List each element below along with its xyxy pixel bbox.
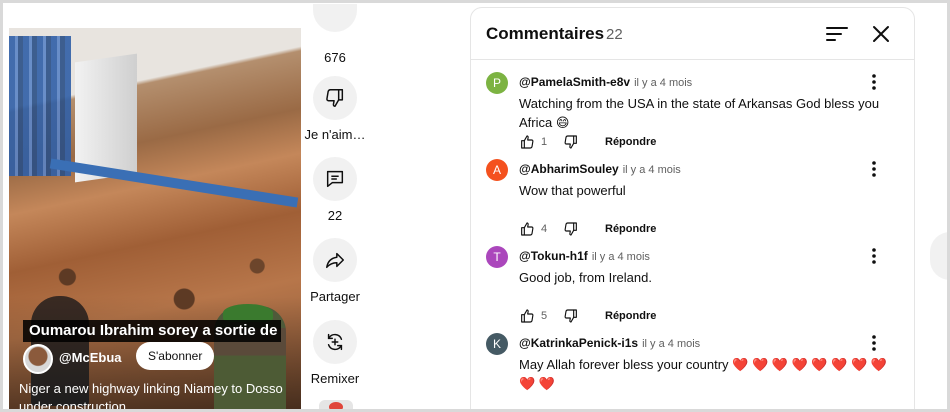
comment-text: Watching from the USA in the state of Ar… — [519, 96, 880, 130]
comment-avatar[interactable]: P — [486, 72, 508, 94]
video-scaffold-shape — [9, 36, 71, 176]
share-arrow-icon — [326, 252, 344, 269]
comment-author[interactable]: @AbharimSouley — [519, 162, 619, 176]
comment-author-line: @KatrinkaPenick-i1s il y a 4 mois — [519, 336, 700, 350]
dislike-action: Je n'aim… — [301, 76, 369, 142]
share-label: Partager — [310, 289, 360, 304]
remix-button[interactable] — [313, 320, 357, 364]
comment-item: P @PamelaSmith-e8v il y a 4 mois Watching f… — [471, 72, 914, 159]
more-vertical-icon — [872, 248, 876, 264]
thumbs-down-icon[interactable] — [563, 134, 579, 150]
dislike-label: Je n'aim… — [304, 127, 366, 142]
reply-button[interactable]: Répondre — [605, 310, 656, 322]
comment-more-button[interactable] — [864, 72, 884, 92]
comments-action: 22 — [301, 157, 369, 223]
thumbs-down-icon[interactable] — [563, 308, 579, 324]
comment-author[interactable]: @PamelaSmith-e8v — [519, 75, 630, 89]
video-actions-column: 676 Je n'aim… 22 Partager Remixer — [301, 0, 369, 412]
comment-text: Good job, from Ireland. — [519, 270, 652, 285]
comment-actions: 1 Répondre — [519, 132, 656, 152]
comments-count: 22 — [606, 26, 623, 43]
subscribe-button[interactable]: S'abonner — [136, 342, 215, 370]
comment-like-count: 1 — [541, 136, 548, 148]
comment-more-button[interactable] — [864, 159, 884, 179]
comments-panel: Commentaires 22 P @PamelaSmith-e8v il y a … — [470, 7, 915, 412]
comment-time[interactable]: il y a 4 mois — [592, 251, 650, 263]
thumbs-up-icon[interactable] — [519, 308, 535, 324]
thumbs-down-icon — [326, 89, 344, 107]
dislike-button[interactable] — [313, 76, 357, 120]
comment-more-button[interactable] — [864, 246, 884, 266]
comment-author-line: @PamelaSmith-e8v il y a 4 mois — [519, 75, 692, 89]
remix-action: Remixer — [301, 320, 369, 386]
channel-avatar[interactable] — [23, 344, 53, 374]
comment-actions: 4 Répondre — [519, 219, 656, 239]
reply-button[interactable]: Répondre — [605, 223, 656, 235]
remix-icon — [327, 333, 343, 351]
thumbs-up-icon[interactable] — [519, 221, 535, 237]
comments-button[interactable] — [313, 157, 357, 201]
reply-button[interactable]: Répondre — [605, 136, 656, 148]
more-vertical-icon — [872, 335, 876, 351]
close-icon — [873, 26, 889, 42]
comments-header: Commentaires 22 — [471, 8, 914, 60]
more-vertical-icon — [872, 161, 876, 177]
short-video-player[interactable]: Oumarou Ibrahim sorey a sortie de Niamey… — [9, 28, 301, 412]
like-button[interactable] — [313, 4, 357, 32]
close-button[interactable] — [869, 22, 893, 46]
comment-avatar[interactable]: A — [486, 159, 508, 181]
comment-more-button[interactable] — [864, 333, 884, 353]
comment-text: May Allah forever bless your country ❤️ … — [519, 357, 887, 391]
comment-avatar[interactable]: T — [486, 246, 508, 268]
comment-text: Wow that powerful — [519, 183, 626, 198]
comment-author[interactable]: @KatrinkaPenick-i1s — [519, 336, 638, 350]
like-count: 676 — [324, 50, 346, 65]
comments-count-label: 22 — [327, 208, 343, 223]
video-overlay-caption: Oumarou Ibrahim sorey a sortie de Niamey… — [23, 320, 281, 342]
video-description: Niger a new highway linking Niamey to Do… — [19, 381, 283, 412]
thumbs-up-icon[interactable] — [519, 134, 535, 150]
comment-icon — [326, 170, 344, 188]
next-video-handle[interactable] — [930, 232, 950, 280]
comment-time[interactable]: il y a 4 mois — [634, 77, 692, 89]
comment-item: K @KatrinkaPenick-i1s il y a 4 mois May All… — [471, 333, 914, 411]
channel-handle[interactable]: @McEbua — [59, 350, 122, 365]
comment-time[interactable]: il y a 4 mois — [623, 164, 681, 176]
share-action: Partager — [301, 238, 369, 304]
sort-icon — [826, 27, 848, 41]
comment-item: A @AbharimSouley il y a 4 mois Wow that pow… — [471, 159, 914, 246]
comment-time[interactable]: il y a 4 mois — [642, 338, 700, 350]
comment-item: T @Tokun-h1f il y a 4 mois Good job, from I… — [471, 246, 914, 333]
comment-author-line: @Tokun-h1f il y a 4 mois — [519, 249, 650, 263]
remix-label: Remixer — [310, 371, 360, 386]
comment-author-line: @AbharimSouley il y a 4 mois — [519, 162, 681, 176]
comment-avatar[interactable]: K — [486, 333, 508, 355]
comments-title: Commentaires — [486, 24, 605, 43]
comment-actions: 5 Répondre — [519, 306, 656, 326]
comment-author[interactable]: @Tokun-h1f — [519, 249, 588, 263]
comment-like-count: 5 — [541, 310, 548, 322]
more-vertical-icon — [872, 74, 876, 90]
sort-button[interactable] — [824, 22, 850, 46]
video-beam-shape — [49, 158, 299, 208]
comment-like-count: 4 — [541, 223, 548, 235]
share-button[interactable] — [313, 238, 357, 282]
sound-thumbnail[interactable] — [319, 400, 353, 412]
thumbs-down-icon[interactable] — [563, 221, 579, 237]
